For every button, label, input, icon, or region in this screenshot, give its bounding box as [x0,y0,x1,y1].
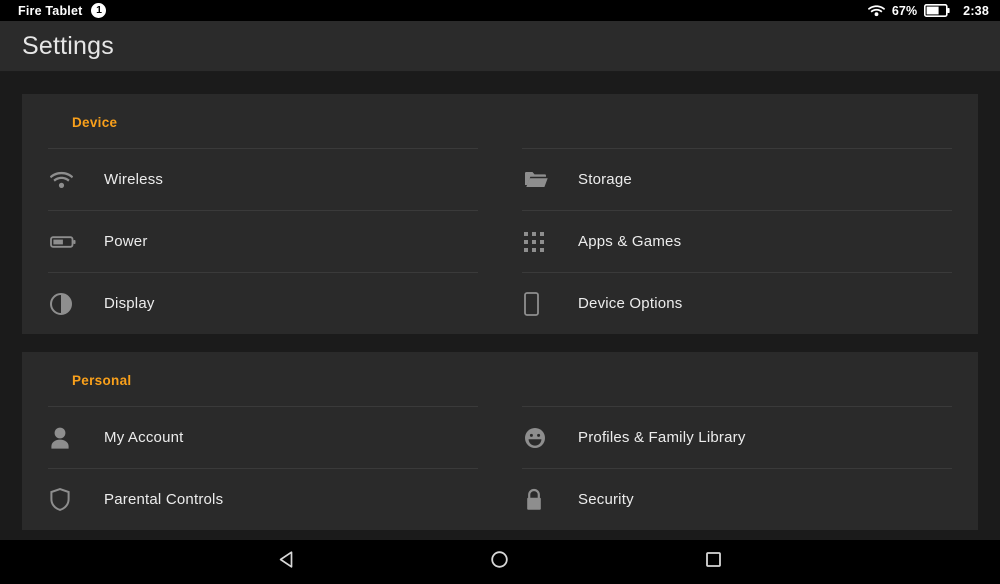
settings-item-power[interactable]: Power [48,210,478,272]
system-navigation-bar [0,540,1000,584]
settings-item-label: Apps & Games [578,233,682,250]
title-bar: Settings [0,21,1000,72]
settings-item-storage[interactable]: Storage [522,148,952,210]
settings-item-label: Device Options [578,295,683,312]
settings-item-label: Display [104,295,155,312]
shield-icon [50,488,94,511]
home-circle-icon [489,549,510,575]
settings-item-display[interactable]: Display [48,272,478,334]
back-triangle-icon [276,549,297,575]
status-bar: Fire Tablet 1 67% 2:38 [0,0,1000,21]
status-app-name: Fire Tablet [18,3,83,18]
person-icon [50,427,94,449]
grid-dots-icon [524,231,568,252]
settings-item-label: Parental Controls [104,491,224,508]
home-button[interactable] [470,540,530,584]
notification-count-badge[interactable]: 1 [91,3,107,18]
brightness-half-icon [50,292,94,315]
settings-content[interactable]: Device Wireless Storage Power Apps & Gam… [0,72,1000,540]
status-bar-right: 67% 2:38 [867,3,989,18]
wifi-icon [50,171,94,189]
battery-icon [50,235,94,249]
battery-icon [924,4,950,17]
recents-button[interactable] [683,540,743,584]
settings-item-label: Wireless [104,171,164,188]
section-title-personal: Personal [72,373,132,388]
wifi-icon [867,4,885,17]
page-title: Settings [22,31,114,60]
section-grid-device: Wireless Storage Power Apps & Games Disp… [48,148,952,334]
settings-item-wireless[interactable]: Wireless [48,148,478,210]
settings-item-label: Storage [578,171,632,188]
tablet-icon [524,291,568,316]
settings-section-device: Device Wireless Storage Power Apps & Gam… [22,94,978,334]
settings-item-my-account[interactable]: My Account [48,406,478,468]
fire-tablet-screen: Fire Tablet 1 67% 2:38 Settings Device W… [0,0,1000,584]
folder-icon [524,170,568,190]
settings-item-label: Power [104,233,148,250]
settings-item-label: Profiles & Family Library [578,429,746,446]
status-clock: 2:38 [963,3,989,18]
lock-icon [524,488,568,511]
settings-item-apps-and-games[interactable]: Apps & Games [522,210,952,272]
status-bar-left: Fire Tablet 1 [18,3,107,18]
settings-item-device-options[interactable]: Device Options [522,272,952,334]
settings-section-personal: Personal My Account Profiles & Family Li… [22,352,978,530]
back-button[interactable] [257,540,317,584]
settings-item-security[interactable]: Security [522,468,952,530]
recents-square-icon [703,549,724,575]
smiley-icon [524,427,568,449]
settings-item-parental-controls[interactable]: Parental Controls [48,468,478,530]
battery-percent-label: 67% [891,3,918,18]
settings-item-label: My Account [104,429,184,446]
settings-item-profiles-and-family-library[interactable]: Profiles & Family Library [522,406,952,468]
section-title-device: Device [72,115,118,130]
section-grid-personal: My Account Profiles & Family Library Par… [48,406,952,530]
settings-item-label: Security [578,491,634,508]
